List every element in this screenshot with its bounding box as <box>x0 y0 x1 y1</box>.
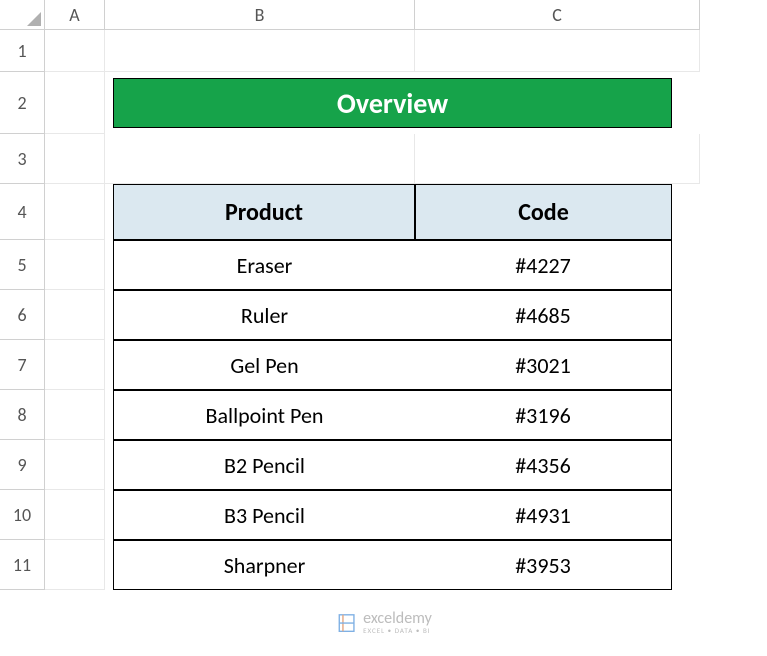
title-banner[interactable]: Overview <box>113 78 672 128</box>
row-header-8[interactable]: 8 <box>0 390 45 440</box>
row-header-7[interactable]: 7 <box>0 340 45 390</box>
col-header-c[interactable]: C <box>415 0 700 30</box>
spreadsheet-grid: A B C 1 2 Overview 3 4 Product Code 5 Er… <box>0 0 767 590</box>
table-cell-product-4[interactable]: B2 Pencil <box>113 440 415 490</box>
cell-a7[interactable] <box>45 340 105 390</box>
col-header-a[interactable]: A <box>45 0 105 30</box>
row-header-1[interactable]: 1 <box>0 30 45 72</box>
row-header-6[interactable]: 6 <box>0 290 45 340</box>
table-cell-code-6[interactable]: #3953 <box>415 540 672 590</box>
cell-c1[interactable] <box>415 30 700 72</box>
cell-a6[interactable] <box>45 290 105 340</box>
table-cell-code-2[interactable]: #3021 <box>415 340 672 390</box>
table-cell-code-4[interactable]: #4356 <box>415 440 672 490</box>
cell-a4[interactable] <box>45 184 105 240</box>
row-header-11[interactable]: 11 <box>0 540 45 590</box>
table-cell-code-5[interactable]: #4931 <box>415 490 672 540</box>
table-cell-code-0[interactable]: #4227 <box>415 240 672 290</box>
table-cell-code-1[interactable]: #4685 <box>415 290 672 340</box>
cell-a2[interactable] <box>45 72 105 134</box>
table-header-code[interactable]: Code <box>415 184 672 240</box>
table-cell-code-3[interactable]: #3196 <box>415 390 672 440</box>
cell-a10[interactable] <box>45 490 105 540</box>
row-header-5[interactable]: 5 <box>0 240 45 290</box>
cell-a9[interactable] <box>45 440 105 490</box>
table-cell-product-5[interactable]: B3 Pencil <box>113 490 415 540</box>
watermark-subtext: EXCEL • DATA • BI <box>363 627 432 634</box>
table-cell-product-1[interactable]: Ruler <box>113 290 415 340</box>
cell-c3[interactable] <box>415 134 700 184</box>
table-cell-product-3[interactable]: Ballpoint Pen <box>113 390 415 440</box>
cell-a8[interactable] <box>45 390 105 440</box>
table-cell-product-2[interactable]: Gel Pen <box>113 340 415 390</box>
cell-b3[interactable] <box>105 134 415 184</box>
watermark-text: exceldemy <box>363 611 432 627</box>
row-header-9[interactable]: 9 <box>0 440 45 490</box>
col-header-b[interactable]: B <box>105 0 415 30</box>
cell-a11[interactable] <box>45 540 105 590</box>
row-header-10[interactable]: 10 <box>0 490 45 540</box>
row-header-2[interactable]: 2 <box>0 72 45 134</box>
table-header-product[interactable]: Product <box>113 184 415 240</box>
watermark-logo-icon <box>335 612 357 634</box>
table-cell-product-0[interactable]: Eraser <box>113 240 415 290</box>
select-all-corner[interactable] <box>0 0 45 30</box>
cell-b1[interactable] <box>105 30 415 72</box>
row-header-4[interactable]: 4 <box>0 184 45 240</box>
row-header-3[interactable]: 3 <box>0 134 45 184</box>
watermark: exceldemy EXCEL • DATA • BI <box>335 611 432 634</box>
cell-a5[interactable] <box>45 240 105 290</box>
watermark-text-block: exceldemy EXCEL • DATA • BI <box>363 611 432 634</box>
cell-a3[interactable] <box>45 134 105 184</box>
table-cell-product-6[interactable]: Sharpner <box>113 540 415 590</box>
cell-a1[interactable] <box>45 30 105 72</box>
